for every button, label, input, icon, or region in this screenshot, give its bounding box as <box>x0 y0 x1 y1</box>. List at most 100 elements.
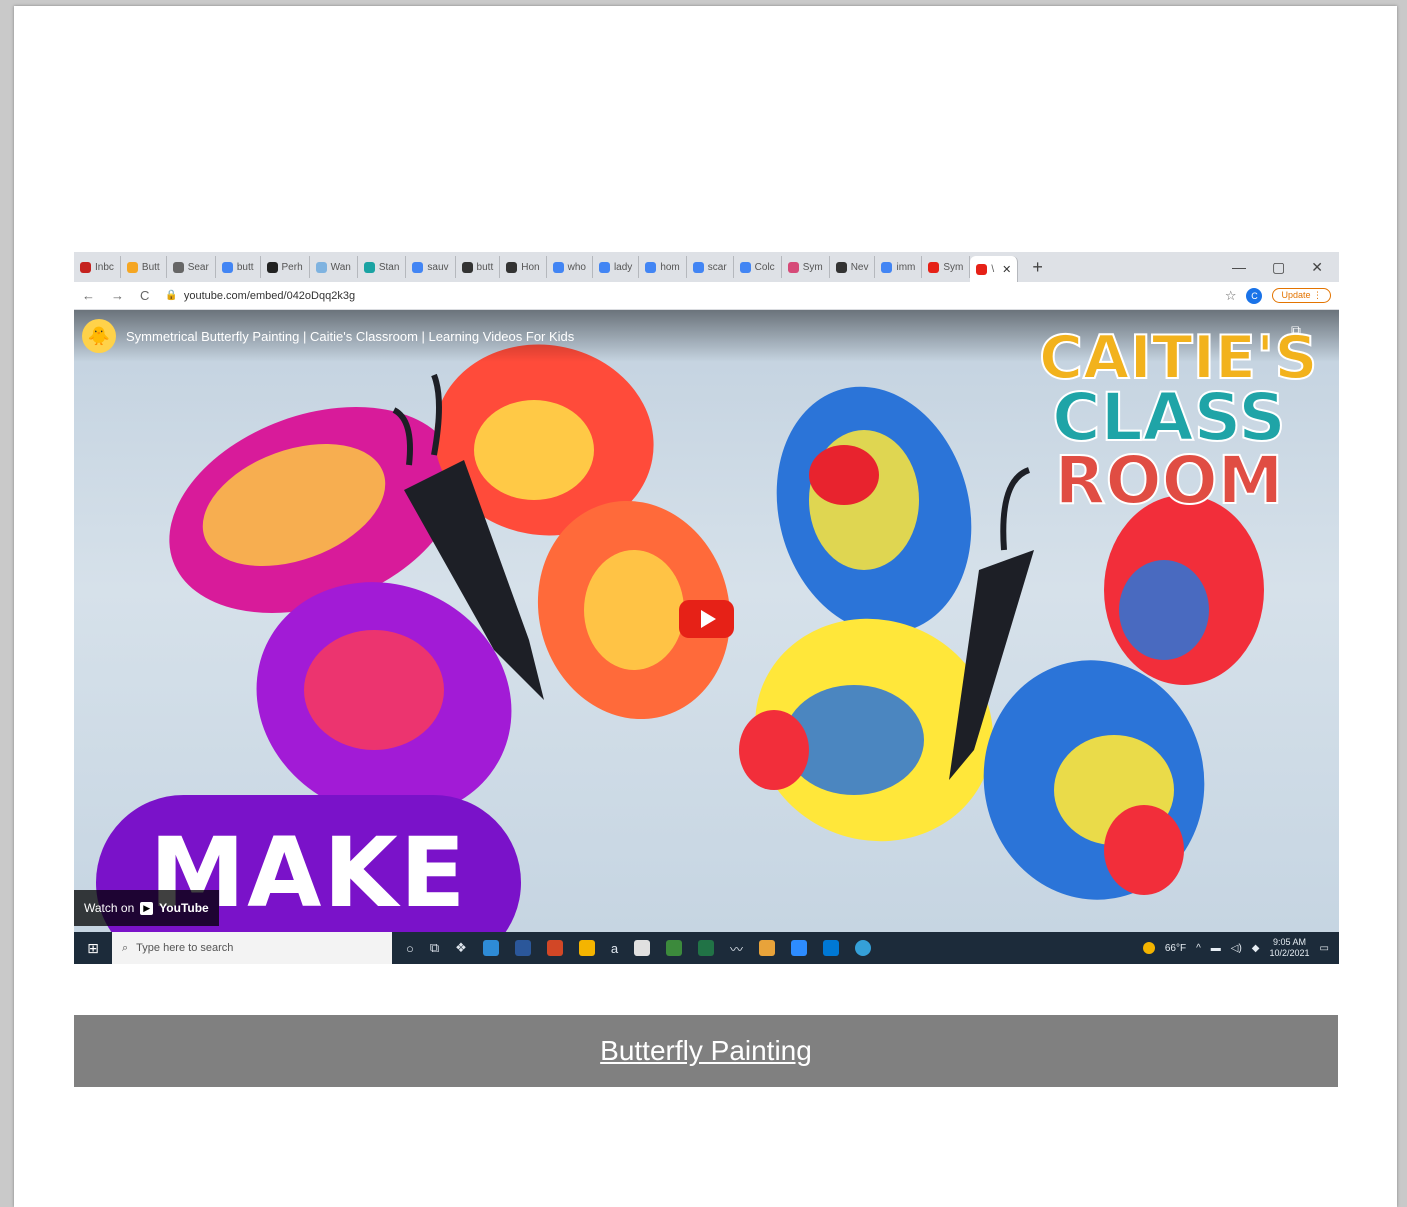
play-icon <box>700 610 716 628</box>
excel-icon[interactable] <box>698 940 715 956</box>
tab-label: who <box>567 261 586 273</box>
browser-tab[interactable]: Colc <box>734 256 782 278</box>
reload-button[interactable]: C <box>132 288 157 303</box>
back-button[interactable]: ← <box>74 288 103 303</box>
network-icon[interactable]: ▬ <box>1211 943 1221 954</box>
video-title[interactable]: Symmetrical Butterfly Painting | Caitie'… <box>126 329 574 344</box>
task-view-icon[interactable]: ⧉ <box>430 940 439 956</box>
store-icon[interactable] <box>634 940 651 956</box>
butterfly-painting-link[interactable]: Butterfly Painting <box>600 1035 812 1067</box>
tab-label: Wan <box>330 261 351 273</box>
browser-tab[interactable]: hom <box>639 256 687 278</box>
minecraft-icon[interactable] <box>666 940 683 956</box>
system-tray: 66°F ^ ▬ ◁) ◆ 9:05 AM 10/2/2021 ▭ <box>1142 937 1339 959</box>
tab-favicon-icon <box>315 261 327 273</box>
logo-line-2: CLASS <box>1051 379 1287 456</box>
tab-favicon-icon <box>881 261 893 273</box>
browser-tab[interactable]: Wan <box>310 256 358 278</box>
tab-label: Butt <box>141 261 160 273</box>
browser-app-icon[interactable] <box>855 940 872 956</box>
browser-tab[interactable]: Nev <box>830 256 876 278</box>
action-center-icon[interactable]: ▭ <box>1320 943 1329 954</box>
cortana-icon[interactable]: ○ <box>406 941 414 956</box>
omnibox[interactable]: 🔒 youtube.com/embed/042oDqq2k3g <box>157 290 1224 302</box>
taskbar-pinned-apps: ○ ⧉ ❖ a 〰 <box>392 939 872 958</box>
tab-label: hom <box>660 261 680 273</box>
tab-label: Sear <box>187 261 209 273</box>
browser-tab[interactable]: Perh <box>261 256 310 278</box>
watch-on-youtube-button[interactable]: Watch on ▶ YouTube <box>74 890 219 926</box>
minimize-button[interactable]: — <box>1232 259 1246 276</box>
volume-icon[interactable]: ◁) <box>1231 943 1242 954</box>
tab-label: butt <box>236 261 254 273</box>
browser-tab[interactable]: Sym <box>782 256 830 278</box>
url-text: youtube.com/embed/042oDqq2k3g <box>183 289 356 302</box>
tab-label: Stan <box>378 261 400 273</box>
embedded-screenshot: Inbc Butt Sear butt Perh Wan Stan sauv butt Hon wh… <box>74 252 1339 964</box>
browser-tab[interactable]: sauv <box>406 256 456 278</box>
browser-tab[interactable]: Inbc <box>74 256 121 278</box>
bookmark-star-icon[interactable]: ☆ <box>1225 288 1237 304</box>
address-bar: ← → C 🔒 youtube.com/embed/042oDqq2k3g ☆ … <box>74 282 1339 310</box>
browser-tab[interactable]: Stan <box>358 256 407 278</box>
weather-text[interactable]: 66°F <box>1165 943 1186 954</box>
tab-favicon-icon <box>80 261 91 273</box>
dropbox-icon[interactable]: ❖ <box>455 940 467 956</box>
maximize-button[interactable]: ▢ <box>1272 259 1285 276</box>
tab-close-icon[interactable]: ✕ <box>1002 263 1011 276</box>
browser-tab[interactable]: Sym <box>922 256 971 278</box>
tab-favicon-icon <box>266 261 278 273</box>
video-player[interactable]: 🐥 Symmetrical Butterfly Painting | Caiti… <box>74 310 1339 932</box>
youtube-wordmark: YouTube <box>159 901 209 915</box>
play-button[interactable] <box>679 600 734 638</box>
tab-favicon-icon <box>787 261 799 273</box>
browser-tab[interactable]: \ ✕ <box>970 256 1019 282</box>
tab-label: Sym <box>802 261 823 273</box>
tab-favicon-icon <box>412 261 424 273</box>
browser-tab[interactable]: lady <box>593 256 640 278</box>
browser-tab[interactable]: butt <box>456 256 501 278</box>
tab-label: scar <box>707 261 727 273</box>
edge-icon[interactable] <box>482 940 499 956</box>
windows-start-icon[interactable]: ⊞ <box>74 932 112 964</box>
tab-label: Hon <box>521 261 540 273</box>
tab-label: Perh <box>281 261 303 273</box>
browser-tab[interactable]: Hon <box>500 256 547 278</box>
browser-tab[interactable]: who <box>547 256 593 278</box>
clock-time: 9:05 AM <box>1273 937 1307 947</box>
close-button[interactable]: ✕ <box>1311 259 1323 276</box>
notification-mute-icon[interactable]: ◆ <box>1252 943 1260 954</box>
update-button[interactable]: Update ⋮ <box>1272 288 1331 303</box>
chrome-icon[interactable] <box>759 940 776 956</box>
browser-tab[interactable]: Sear <box>167 256 216 278</box>
clock[interactable]: 9:05 AM 10/2/2021 <box>1270 937 1310 959</box>
tab-favicon-icon <box>506 261 518 273</box>
app-icon[interactable]: 〰 <box>730 939 743 958</box>
forward-button[interactable]: → <box>103 288 132 303</box>
browser-tab[interactable]: Butt <box>121 256 167 278</box>
new-tab-button[interactable]: + <box>1018 257 1057 278</box>
taskbar-search-input[interactable]: ⌕ Type here to search <box>112 932 392 964</box>
windows-taskbar: ⊞ ⌕ Type here to search ○ ⧉ ❖ a 〰 66°F ^… <box>74 932 1339 964</box>
browser-tab[interactable]: butt <box>216 256 261 278</box>
outlook-icon[interactable] <box>823 940 840 956</box>
file-explorer-icon[interactable] <box>578 940 595 956</box>
tab-favicon-icon <box>126 261 138 273</box>
youtube-logo-icon: ▶ <box>140 901 154 915</box>
amazon-icon[interactable]: a <box>611 941 618 956</box>
search-placeholder: Type here to search <box>136 942 234 954</box>
tab-favicon-icon <box>692 261 704 273</box>
profile-avatar[interactable]: C <box>1246 287 1263 304</box>
weather-icon[interactable] <box>1142 942 1155 954</box>
powerpoint-icon[interactable] <box>546 940 563 956</box>
caption-bar: Butterfly Painting <box>74 1015 1338 1087</box>
search-icon: ⌕ <box>122 941 129 954</box>
channel-avatar[interactable]: 🐥 <box>82 319 116 353</box>
tab-favicon-icon <box>645 261 657 273</box>
zoom-icon[interactable] <box>791 940 808 956</box>
browser-tab[interactable]: scar <box>687 256 734 278</box>
browser-tab[interactable]: imm <box>875 256 923 278</box>
chevron-up-icon[interactable]: ^ <box>1196 943 1201 954</box>
watch-on-label: Watch on <box>84 901 135 915</box>
word-icon[interactable] <box>514 940 531 956</box>
